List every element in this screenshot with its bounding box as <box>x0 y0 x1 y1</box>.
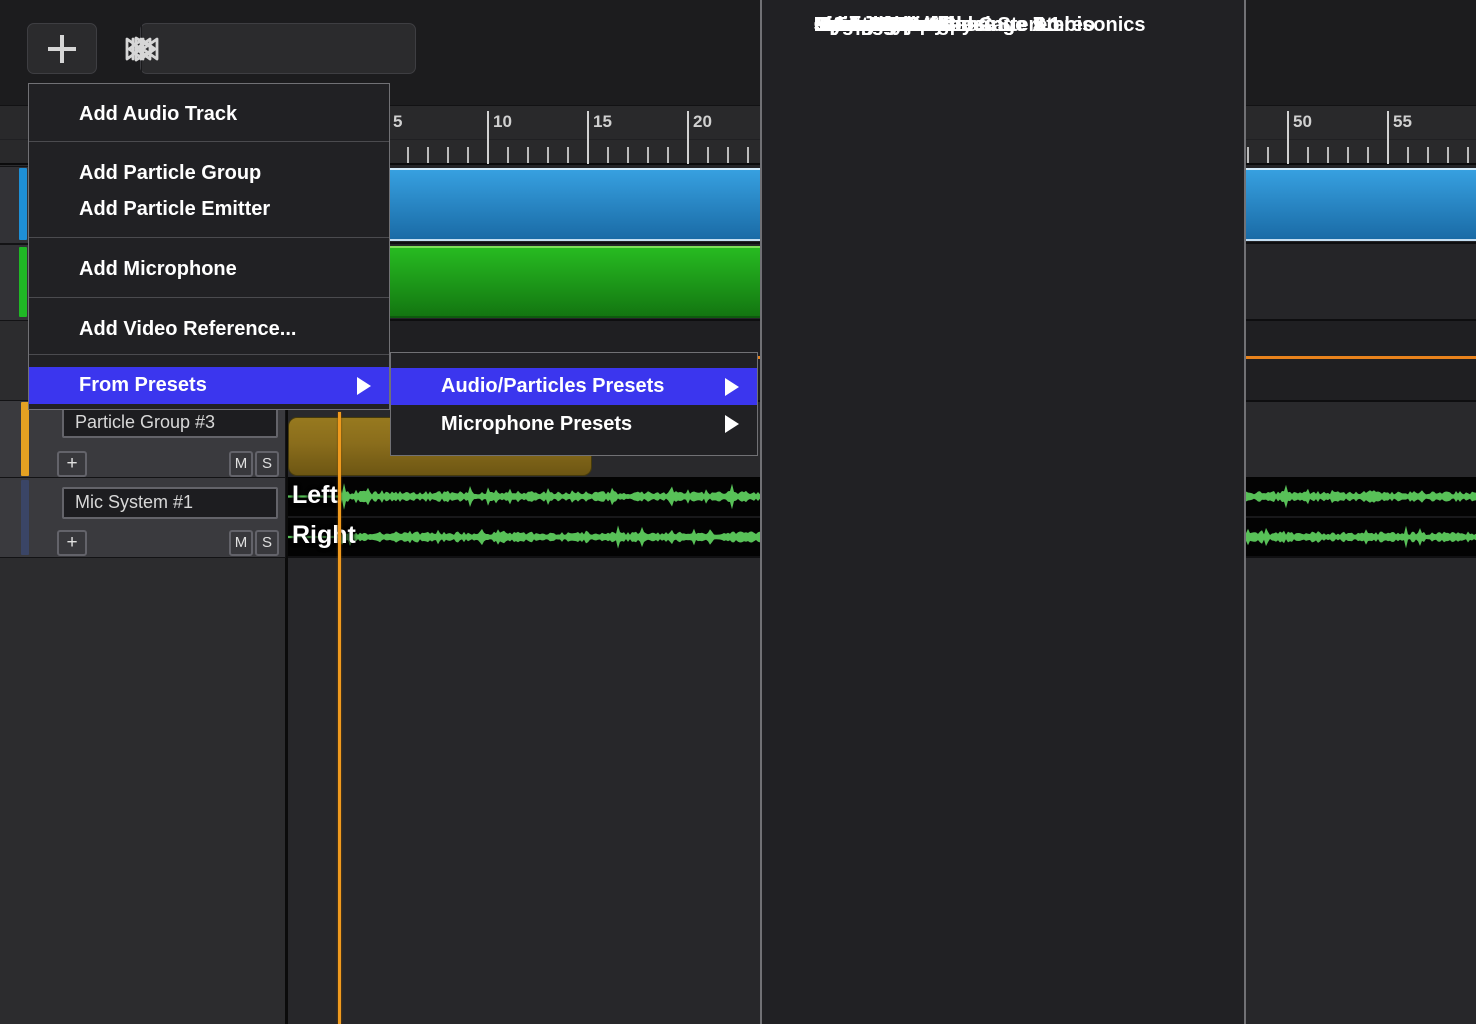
fast-forward-button[interactable] <box>141 24 142 73</box>
track-name-field[interactable]: Particle Group #3 <box>62 407 278 438</box>
menu-item-label: Add Particle Group <box>79 159 261 187</box>
submenu-item-audio-particles-presets[interactable]: Audio/Particles Presets <box>391 368 757 405</box>
menu-separator <box>29 297 389 298</box>
submenu-item-microphone-presets[interactable]: Microphone Presets <box>391 407 757 441</box>
ruler-tick-minor <box>1307 147 1309 163</box>
track-color-strip <box>21 402 29 476</box>
channel-label-right: Right <box>292 521 356 549</box>
submenu-arrow-icon <box>725 415 739 433</box>
ruler-tick-major <box>587 111 589 164</box>
add-track-button[interactable] <box>27 23 97 74</box>
transport-controls <box>140 23 416 74</box>
menu-item-label: Add Particle Emitter <box>79 195 270 223</box>
channel-label-left: Left <box>292 481 338 509</box>
menu-item-label: From Presets <box>79 367 207 404</box>
ruler-tick-minor <box>467 147 469 163</box>
submenu-arrow-icon <box>725 378 739 396</box>
plus-icon <box>28 26 96 72</box>
menu-item-add-video-reference[interactable]: Add Video Reference... <box>29 315 389 343</box>
track-color-strip <box>19 247 27 317</box>
track-color-strip <box>19 168 27 240</box>
ruler-tick-minor <box>647 147 649 163</box>
ruler-tick-major <box>1287 111 1289 164</box>
ruler-label: 15 <box>593 112 612 132</box>
from-presets-submenu: Audio/Particles PresetsMicrophone Preset… <box>390 352 758 456</box>
submenu-arrow-icon <box>357 377 371 395</box>
menu-item-label: Add Microphone <box>79 255 237 283</box>
ruler-label: 20 <box>693 112 712 132</box>
ruler-tick-minor <box>1467 147 1469 163</box>
ruler-tick-minor <box>727 147 729 163</box>
ruler-tick-minor <box>1427 147 1429 163</box>
preset-item-pitch-madness[interactable]: Pitch Madness <box>762 7 954 43</box>
ruler-tick-minor <box>1347 147 1349 163</box>
menu-separator <box>29 237 389 238</box>
ruler-tick-major <box>487 111 489 164</box>
ruler-tick-minor <box>427 147 429 163</box>
mute-button[interactable]: M <box>229 451 253 477</box>
fast-forward-icon <box>120 27 164 71</box>
menu-item-label: Add Video Reference... <box>79 315 296 343</box>
ruler-label: 50 <box>1293 112 1312 132</box>
ruler-tick-minor <box>1367 147 1369 163</box>
ruler-tick-minor <box>707 147 709 163</box>
ruler-tick-minor <box>607 147 609 163</box>
add-context-menu: Add Audio Track Add Particle Group Add Par… <box>28 83 390 410</box>
ruler-label: 55 <box>1393 112 1412 132</box>
ruler-tick-major <box>687 111 689 164</box>
menu-separator <box>29 354 389 355</box>
track-name-field[interactable]: Mic System #1 <box>62 487 278 519</box>
ruler-label: 10 <box>493 112 512 132</box>
ruler-tick-minor <box>567 147 569 163</box>
ruler-tick-major <box>1387 111 1389 164</box>
submenu-item-label: Microphone Presets <box>441 407 632 441</box>
menu-separator <box>29 141 389 142</box>
solo-button[interactable]: S <box>255 451 279 477</box>
solo-button[interactable]: S <box>255 530 279 556</box>
audio-particles-preset-list: Extreme Rotation - StereoFireworkFlying … <box>760 0 1246 1024</box>
menu-item-add-particle-emitter[interactable]: Add Particle Emitter <box>29 195 389 223</box>
ruler-tick-minor <box>447 147 449 163</box>
track-header-particle-group[interactable]: Particle Group #3 + M S <box>0 401 285 477</box>
track-add-button[interactable]: + <box>57 530 87 556</box>
mute-button[interactable]: M <box>229 530 253 556</box>
ruler-tick-minor <box>407 147 409 163</box>
menu-item-add-particle-group[interactable]: Add Particle Group <box>29 159 389 187</box>
ruler-tick-minor <box>547 147 549 163</box>
menu-item-from-presets[interactable]: From Presets <box>29 367 389 404</box>
playhead[interactable] <box>338 412 341 1024</box>
track-color-strip <box>21 480 29 555</box>
track-add-button[interactable]: + <box>57 451 87 477</box>
ruler-tick-minor <box>507 147 509 163</box>
menu-item-add-audio-track[interactable]: Add Audio Track <box>29 100 389 128</box>
ruler-tick-minor <box>1447 147 1449 163</box>
ruler-tick-minor <box>627 147 629 163</box>
ruler-label: 5 <box>393 112 402 132</box>
ruler-tick-minor <box>747 147 749 163</box>
ruler-tick-minor <box>1327 147 1329 163</box>
ruler-tick-minor <box>527 147 529 163</box>
ruler-tick-minor <box>1267 147 1269 163</box>
ruler-tick-minor <box>667 147 669 163</box>
ruler-tick-minor <box>1247 147 1249 163</box>
menu-item-label: Add Audio Track <box>79 100 237 128</box>
app-window: Left Right 5 10 15 20 50 55 Particle Group #3… <box>0 0 1476 1024</box>
ruler-tick-minor <box>1407 147 1409 163</box>
menu-item-add-microphone[interactable]: Add Microphone <box>29 255 389 283</box>
submenu-item-label: Audio/Particles Presets <box>441 368 664 405</box>
track-header-mic[interactable]: Mic System #1 + M S <box>0 478 285 557</box>
